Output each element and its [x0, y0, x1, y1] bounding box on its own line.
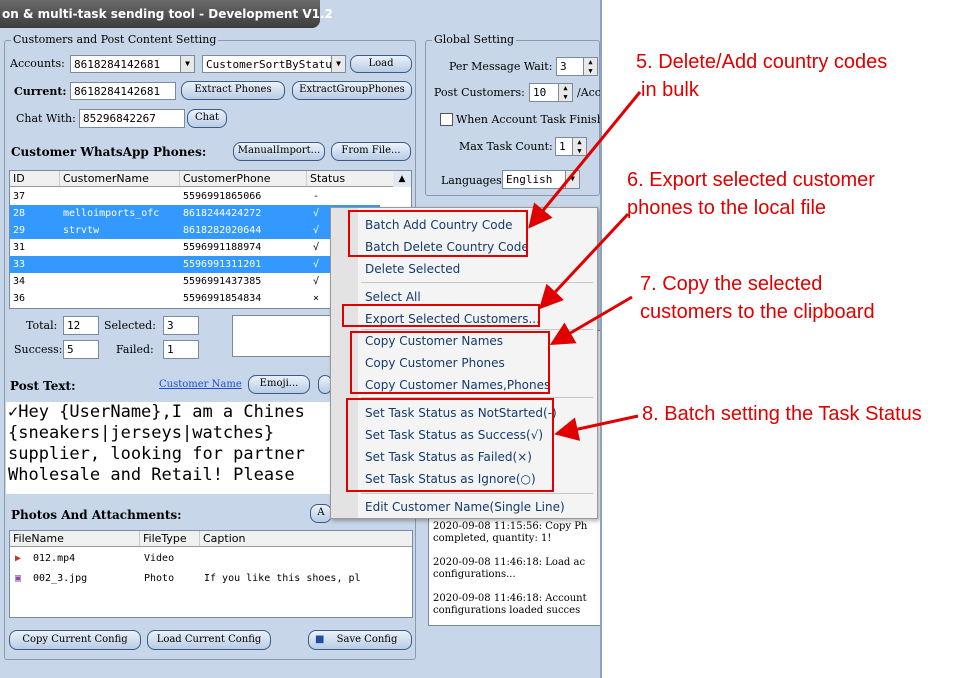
arrow-5: [528, 91, 642, 229]
annotation-5-line1: 5. Delete/Add country codes: [636, 51, 888, 73]
arrow-6: [538, 212, 630, 310]
annotation-8: 8. Batch setting the Task Status: [642, 403, 922, 425]
annotation-5-line2: in bulk: [641, 79, 699, 101]
annotation-arrows: [528, 91, 642, 441]
arrow-7: [549, 295, 633, 346]
annotation-7-line2: customers to the clipboard: [640, 301, 875, 323]
annotation-6-line2: phones to the local file: [627, 197, 827, 219]
arrow-8: [554, 414, 639, 441]
annotation-7-line1: 7. Copy the selected: [640, 273, 823, 295]
annotation-6-line1: 6. Export selected customer: [627, 169, 875, 191]
